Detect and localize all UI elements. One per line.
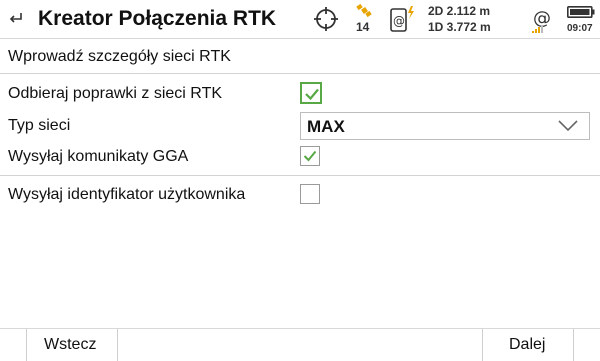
send-gga-label: Wysyłaj komunikaty GGA bbox=[8, 148, 189, 165]
checkmark-icon bbox=[303, 150, 317, 162]
network-type-dropdown[interactable]: MAX bbox=[300, 112, 590, 140]
svg-text:@: @ bbox=[393, 14, 405, 28]
back-button[interactable]: Wstecz bbox=[27, 329, 117, 361]
battery-icon[interactable] bbox=[567, 6, 595, 18]
receive-corrections-label: Odbieraj poprawki z sieci RTK bbox=[8, 85, 223, 102]
satellite-count: 14 bbox=[356, 20, 370, 34]
internet-signal-icon[interactable]: @ bbox=[530, 6, 556, 34]
page-title: Kreator Połączenia RTK bbox=[38, 7, 277, 30]
title-bar: Kreator Połączenia RTK 14 @ 2D 2.112 m 1… bbox=[0, 0, 600, 39]
clock: 09:07 bbox=[567, 23, 593, 34]
network-type-label: Typ sieci bbox=[8, 117, 71, 134]
receive-corrections-checkbox[interactable] bbox=[300, 82, 322, 104]
precision-1d: 1D 3.772 m bbox=[428, 20, 491, 34]
send-user-id-checkbox[interactable] bbox=[300, 184, 320, 204]
send-user-id-label: Wysyłaj identyfikator użytkownika bbox=[8, 186, 246, 203]
checkmark-icon bbox=[305, 88, 319, 101]
back-button-label: Wstecz bbox=[44, 336, 97, 353]
network-type-value: MAX bbox=[307, 117, 345, 136]
back-arrow-icon[interactable] bbox=[6, 9, 26, 29]
precision-readout: 2D 2.112 m 1D 3.772 m bbox=[428, 3, 491, 35]
satellite-icon[interactable] bbox=[355, 3, 375, 19]
position-crosshair-icon[interactable] bbox=[313, 6, 339, 32]
next-button[interactable]: Dalej bbox=[483, 329, 573, 361]
softkey-bar: Wstecz Dalej bbox=[0, 328, 600, 361]
divider bbox=[0, 175, 600, 176]
precision-2d: 2D 2.112 m bbox=[428, 4, 491, 18]
softkey-separator bbox=[117, 329, 118, 361]
divider bbox=[0, 73, 600, 74]
section-title: Wprowadź szczegóły sieci RTK bbox=[8, 48, 231, 65]
softkey-separator bbox=[573, 329, 574, 361]
rtk-device-icon[interactable]: @ bbox=[388, 4, 418, 34]
send-gga-checkbox[interactable] bbox=[300, 146, 320, 166]
chevron-down-icon bbox=[558, 120, 578, 132]
next-button-label: Dalej bbox=[509, 336, 546, 353]
